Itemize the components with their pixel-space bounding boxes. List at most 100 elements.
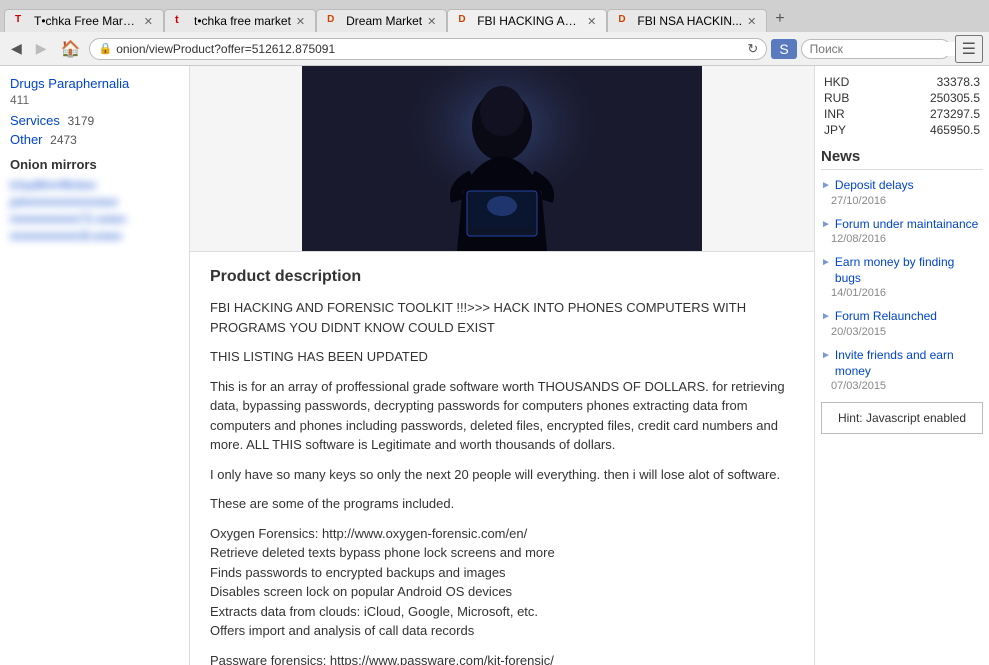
mirror-link-2[interactable]: jolmmmmmmmmion	[10, 195, 118, 209]
tab-close-5[interactable]: ✕	[747, 15, 756, 28]
news-date: 07/03/2015	[821, 380, 983, 392]
tab-favicon-1: T	[15, 14, 29, 28]
tab-close-3[interactable]: ✕	[427, 15, 436, 28]
news-item-title-row: ► Forum Relaunched	[821, 309, 983, 325]
tab-tchka-2[interactable]: t t•chka free market ✕	[164, 9, 316, 32]
news-date: 14/01/2016	[821, 287, 983, 299]
currency-value: 33378.3	[879, 74, 983, 90]
url-bar-container: 🔒 ↻	[89, 38, 767, 60]
news-item: ► Invite friends and earn money 07/03/20…	[821, 348, 983, 392]
category-drugs[interactable]: Drugs Paraphernalia	[0, 74, 189, 93]
tab-close-2[interactable]: ✕	[296, 15, 305, 28]
other-link[interactable]: Other	[10, 132, 43, 147]
tab-label-5: FBI NSA HACKIN...	[637, 14, 742, 28]
news-item-title-row: ► Invite friends and earn money	[821, 348, 983, 379]
product-area: Product description FBI HACKING AND FORE…	[190, 66, 814, 665]
news-bullet: ►	[821, 350, 831, 361]
mirror-1[interactable]: lchydifmr4flction	[0, 176, 189, 193]
tab-favicon-5: D	[618, 14, 632, 28]
news-link[interactable]: Earn money by finding bugs	[835, 255, 983, 286]
product-title: Product description	[210, 268, 794, 286]
main-area: Drugs Paraphernalia 411 Services 3179 Ot…	[0, 66, 989, 665]
tab-bar: T T•chka Free Mark... ✕ t t•chka free ma…	[0, 0, 989, 32]
news-items-container: ► Deposit delays 27/10/2016 ► Forum unde…	[821, 178, 983, 392]
currency-row: JPY465950.5	[821, 122, 983, 138]
news-date: 12/08/2016	[821, 233, 983, 245]
product-image	[302, 66, 702, 251]
tab-close-4[interactable]: ✕	[587, 15, 596, 28]
news-bullet: ►	[821, 219, 831, 230]
hint-text: Hint: Javascript enabled	[838, 411, 966, 425]
browser-menu-button[interactable]: ☰	[955, 35, 983, 63]
browser-chrome: T T•chka Free Mark... ✕ t t•chka free ma…	[0, 0, 989, 66]
mirror-3[interactable]: mmmmmmm72.onion	[0, 210, 189, 227]
tab-label-2: t•chka free market	[194, 14, 291, 28]
tab-label-3: Dream Market	[346, 14, 422, 28]
forward-button[interactable]: ▶	[31, 38, 52, 59]
reload-icon[interactable]: ↻	[747, 41, 758, 57]
news-date: 27/10/2016	[821, 195, 983, 207]
product-image-svg	[302, 66, 702, 251]
product-image-area	[190, 66, 814, 252]
search-bar-container	[801, 39, 951, 59]
tab-label-1: T•chka Free Mark...	[34, 14, 139, 28]
news-bullet: ►	[821, 311, 831, 322]
other-count: 2473	[50, 133, 77, 147]
new-tab-button[interactable]: +	[767, 6, 792, 32]
product-para-4: I only have so many keys so only the nex…	[210, 465, 794, 485]
category-other[interactable]: Other 2473	[0, 130, 189, 149]
hint-box: Hint: Javascript enabled	[821, 402, 983, 434]
news-item-title-row: ► Deposit delays	[821, 178, 983, 194]
mirror-2[interactable]: jolmmmmmmmmion	[0, 193, 189, 210]
url-input[interactable]	[116, 42, 743, 56]
news-link[interactable]: Deposit delays	[835, 178, 914, 194]
news-item-title-row: ► Forum under maintainance	[821, 217, 983, 233]
lock-icon: 🔒	[98, 42, 112, 55]
tab-favicon-2: t	[175, 14, 189, 28]
mirror-link-3[interactable]: mmmmmmm72.onion	[10, 212, 126, 226]
tab-favicon-4: D	[458, 14, 472, 28]
back-button[interactable]: ◀	[6, 38, 27, 59]
tab-dream[interactable]: D Dream Market ✕	[316, 9, 447, 32]
drugs-link[interactable]: Drugs Paraphernalia	[10, 76, 129, 91]
product-description: Product description FBI HACKING AND FORE…	[190, 252, 814, 665]
tab-close-1[interactable]: ✕	[144, 15, 153, 28]
product-para-7: Passware forensics: https://www.passware…	[210, 651, 794, 665]
news-link[interactable]: Forum Relaunched	[835, 309, 937, 325]
currency-code: HKD	[821, 74, 879, 90]
currency-row: RUB250305.5	[821, 90, 983, 106]
nav-bar: ◀ ▶ 🏠 🔒 ↻ S ☰	[0, 32, 989, 66]
currency-code: RUB	[821, 90, 879, 106]
search-input[interactable]	[810, 42, 965, 56]
news-bullet: ►	[821, 257, 831, 268]
left-sidebar: Drugs Paraphernalia 411 Services 3179 Ot…	[0, 66, 190, 665]
onion-mirrors-title: Onion mirrors	[0, 149, 189, 176]
news-item: ► Forum under maintainance 12/08/2016	[821, 217, 983, 246]
currency-value: 273297.5	[879, 106, 983, 122]
drugs-count: 411	[0, 93, 189, 111]
tab-fbi-nsa[interactable]: D FBI NSA HACKIN... ✕	[607, 9, 767, 32]
news-item: ► Earn money by finding bugs 14/01/2016	[821, 255, 983, 299]
tab-fbi-hacking[interactable]: D FBI HACKING AN... ✕	[447, 9, 607, 32]
product-para-5: These are some of the programs included.	[210, 494, 794, 514]
services-link[interactable]: Services	[10, 113, 60, 128]
mirror-4[interactable]: mmmmmmm3l.onion	[0, 227, 189, 244]
category-services[interactable]: Services 3179	[0, 111, 189, 130]
services-count: 3179	[67, 114, 94, 128]
tab-tchka-1[interactable]: T T•chka Free Mark... ✕	[4, 9, 164, 32]
mirror-link-4[interactable]: mmmmmmm3l.onion	[10, 229, 122, 243]
news-link[interactable]: Invite friends and earn money	[835, 348, 983, 379]
news-link[interactable]: Forum under maintainance	[835, 217, 978, 233]
home-button[interactable]: 🏠	[56, 37, 86, 61]
product-para-3: This is for an array of proffessional gr…	[210, 377, 794, 455]
news-bullet: ►	[821, 180, 831, 191]
currency-row: HKD33378.3	[821, 74, 983, 90]
currency-code: INR	[821, 106, 879, 122]
mirror-link-1[interactable]: lchydifmr4flction	[10, 178, 96, 192]
content-area: Product description FBI HACKING AND FORE…	[190, 66, 814, 665]
currency-value: 465950.5	[879, 122, 983, 138]
currency-row: INR273297.5	[821, 106, 983, 122]
news-date: 20/03/2015	[821, 326, 983, 338]
news-item-title-row: ► Earn money by finding bugs	[821, 255, 983, 286]
browser-s-button[interactable]: S	[771, 39, 796, 59]
